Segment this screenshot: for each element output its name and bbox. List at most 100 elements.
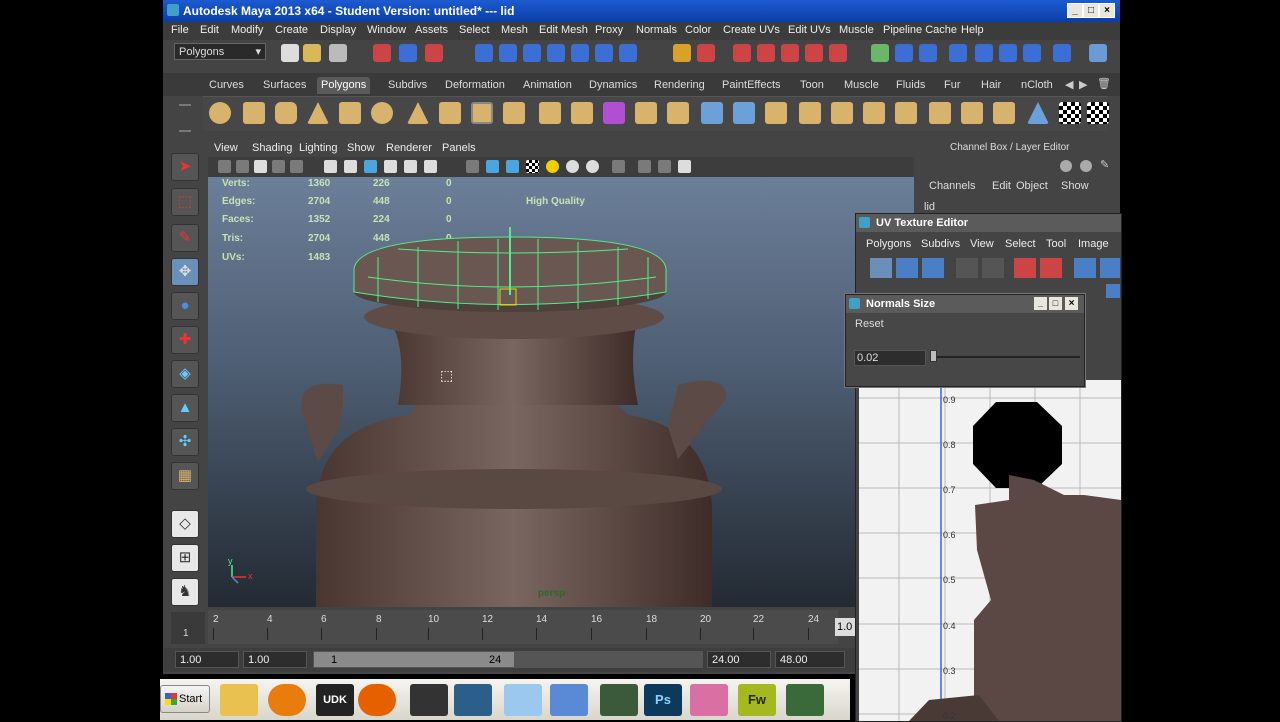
dialog-minimize-button[interactable]: _ xyxy=(1034,297,1047,310)
gate-mask-icon[interactable] xyxy=(384,160,397,173)
shelf-tab-dynamics[interactable]: Dynamics xyxy=(589,77,637,94)
uv-rotate-icon[interactable] xyxy=(1014,258,1036,278)
menu-assets[interactable]: Assets xyxy=(415,24,448,36)
ipr-render-icon[interactable] xyxy=(757,44,775,62)
select-tool-icon[interactable]: ➤ xyxy=(171,153,199,181)
menu-window[interactable]: Window xyxy=(367,24,406,36)
single-perspective-layout-icon[interactable]: ◇ xyxy=(171,510,199,538)
perspective-viewport[interactable]: Verts: 1360 226 0 Edges: 2704 448 0 High… xyxy=(208,177,914,607)
wireframe-on-shaded-icon[interactable] xyxy=(506,160,519,173)
uv-flip-v-icon[interactable] xyxy=(982,258,1004,278)
start-button[interactable]: Start xyxy=(160,685,210,713)
menu-edit[interactable]: Edit xyxy=(200,24,219,36)
animation-start-field[interactable]: 1.00 xyxy=(175,651,239,668)
close-button[interactable]: × xyxy=(1099,3,1115,18)
uv-checker-icon[interactable] xyxy=(1087,102,1109,124)
trash-icon[interactable]: 🗑 xyxy=(1097,77,1111,90)
menu-create-uvs[interactable]: Create UVs xyxy=(723,24,780,36)
soft-modification-icon[interactable]: ▲ xyxy=(171,394,199,422)
snap-curve-icon[interactable] xyxy=(499,44,517,62)
offset-edge-loop-icon[interactable] xyxy=(831,102,853,124)
uv-grid-icon[interactable] xyxy=(1100,258,1120,278)
panel-menu-renderer[interactable]: Renderer xyxy=(386,142,432,154)
menu-pipeline-cache[interactable]: Pipeline Cache xyxy=(883,24,957,36)
shadows-icon[interactable] xyxy=(566,160,579,173)
panel-menu-view[interactable]: View xyxy=(214,142,238,154)
shelf-tab-rendering[interactable]: Rendering xyxy=(654,77,705,94)
udk-icon[interactable]: UDK xyxy=(316,684,354,716)
uv-menu-subdivs[interactable]: Subdivs xyxy=(921,238,960,250)
append-polygon-icon[interactable] xyxy=(733,102,755,124)
terminal-icon[interactable] xyxy=(600,684,638,716)
sidebar-toggle-icon[interactable] xyxy=(1089,44,1107,62)
uv-menu-polygons[interactable]: Polygons xyxy=(866,238,911,250)
hypershade-icon[interactable] xyxy=(805,44,823,62)
shelf-scroll-right-icon[interactable]: ▶ xyxy=(1079,78,1087,91)
uv-grid-canvas[interactable]: 0.9 0.8 0.7 0.6 0.5 0.4 0.3 0.2 xyxy=(859,380,1121,721)
blender-icon[interactable] xyxy=(268,684,306,716)
uv-layout-icon[interactable] xyxy=(1074,258,1096,278)
insert-edge-loop-icon[interactable] xyxy=(799,102,821,124)
tool-icon[interactable] xyxy=(690,684,728,716)
xray-joints-icon[interactable] xyxy=(658,160,671,173)
field-chart-icon[interactable] xyxy=(404,160,417,173)
uv-snapshot-icon[interactable] xyxy=(1106,284,1120,298)
poly-pyramid-icon[interactable] xyxy=(407,102,429,124)
automatic-mapping-icon[interactable] xyxy=(1027,102,1049,124)
shelf-tab-deformation[interactable]: Deformation xyxy=(445,77,505,94)
scale-tool-icon[interactable]: ✚ xyxy=(171,326,199,354)
layer-editor-icon[interactable] xyxy=(1023,44,1041,62)
range-slider-track[interactable]: 1 24 xyxy=(313,651,703,668)
shelf-options-icon[interactable] xyxy=(179,104,191,132)
move-tool-icon[interactable]: ✥ xyxy=(171,258,199,286)
select-hierarchy-icon[interactable] xyxy=(373,44,391,62)
poly-cone-icon[interactable] xyxy=(307,102,329,124)
lock-icon[interactable] xyxy=(673,44,691,62)
magnet-icon[interactable] xyxy=(829,44,847,62)
xray-icon[interactable] xyxy=(638,160,651,173)
extrude-icon[interactable] xyxy=(667,102,689,124)
minimize-button[interactable]: _ xyxy=(1067,3,1083,18)
shelf-tab-fur[interactable]: Fur xyxy=(944,77,961,94)
save-scene-icon[interactable] xyxy=(329,44,347,62)
uv-menu-tool[interactable]: Tool xyxy=(1046,238,1066,250)
input-line-icon[interactable] xyxy=(871,44,889,62)
separate-icon[interactable] xyxy=(503,102,525,124)
high-quality-icon[interactable] xyxy=(586,160,599,173)
poly-sphere-icon[interactable] xyxy=(209,102,231,124)
panel-menu-show[interactable]: Show xyxy=(347,142,375,154)
poly-torus-icon[interactable] xyxy=(371,102,393,124)
image-plane-icon[interactable] xyxy=(272,160,285,173)
menu-edit-mesh[interactable]: Edit Mesh xyxy=(539,24,588,36)
smooth-shade-icon[interactable] xyxy=(486,160,499,173)
animation-end-field[interactable]: 48.00 xyxy=(775,651,845,668)
graph-editor-icon[interactable] xyxy=(975,44,993,62)
snap-grid-icon[interactable] xyxy=(475,44,493,62)
shelf-tab-muscle[interactable]: Muscle xyxy=(844,77,879,94)
smooth-icon[interactable] xyxy=(603,102,625,124)
shelf-tab-fluids[interactable]: Fluids xyxy=(896,77,925,94)
channel-menu-edit[interactable]: Edit xyxy=(992,180,1011,192)
game-icon[interactable] xyxy=(786,684,824,716)
universal-manipulator-icon[interactable]: ◈ xyxy=(171,360,199,388)
menu-muscle[interactable]: Muscle xyxy=(839,24,874,36)
menu-color[interactable]: Color xyxy=(685,24,711,36)
shelf-tab-ncloth[interactable]: nCloth xyxy=(1021,77,1053,94)
channel-box-toggle-icon[interactable] xyxy=(999,44,1017,62)
cylindrical-mapping-icon[interactable] xyxy=(961,102,983,124)
panel-menu-panels[interactable]: Panels xyxy=(442,142,476,154)
render-settings-icon[interactable] xyxy=(781,44,799,62)
outliner-icon[interactable] xyxy=(949,44,967,62)
photoshop-icon[interactable]: Ps xyxy=(644,684,682,716)
time-slider[interactable]: 2 4 6 8 10 12 14 16 18 20 22 24 xyxy=(208,610,838,644)
channel-box-pen-icon[interactable]: ✎ xyxy=(1100,158,1109,171)
last-tool-used-icon[interactable]: ▦ xyxy=(171,462,199,490)
menu-help[interactable]: Help xyxy=(961,24,984,36)
shelf-tab-subdivs[interactable]: Subdivs xyxy=(388,77,427,94)
playback-start-field[interactable]: 1.00 xyxy=(243,651,307,668)
spherical-mapping-icon[interactable] xyxy=(993,102,1015,124)
bridge-icon[interactable] xyxy=(701,102,723,124)
shelf-tab-animation[interactable]: Animation xyxy=(523,77,572,94)
camera-attributes-icon[interactable] xyxy=(236,160,249,173)
menu-display[interactable]: Display xyxy=(320,24,356,36)
